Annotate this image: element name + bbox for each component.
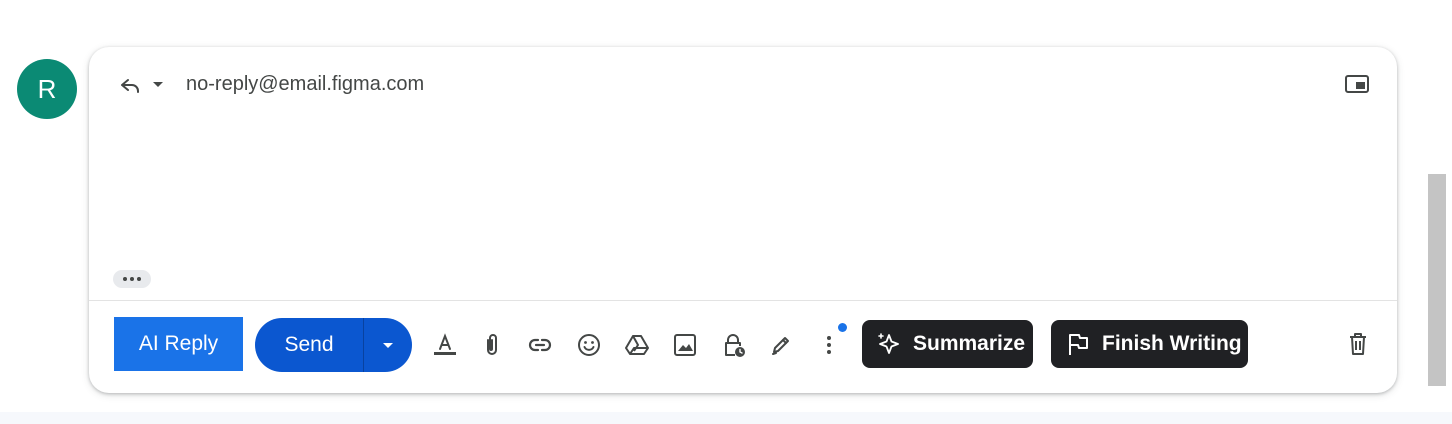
page-footer-strip [0,412,1452,424]
ai-reply-label: AI Reply [138,332,219,355]
reply-icon[interactable] [118,73,142,97]
trash-icon[interactable] [1346,331,1370,357]
scrollbar-thumb[interactable] [1428,174,1446,386]
signature-icon [772,337,789,355]
insert-drive-file-button[interactable] [623,331,651,359]
recipient-address[interactable]: no-reply@email.figma.com [186,72,424,96]
confidential-mode-icon [725,334,745,357]
flag-icon [1069,334,1088,355]
photo-icon [674,334,696,356]
insert-link-button[interactable] [526,331,554,359]
ai-reply-button[interactable]: AI Reply [114,317,243,371]
link-icon [528,338,552,352]
ellipsis-icon [123,277,127,281]
emoji-icon [578,334,600,356]
insert-photo-button[interactable] [671,331,699,359]
summarize-button[interactable]: Summarize [862,320,1033,368]
caret-down-icon[interactable] [150,78,166,90]
insert-signature-button[interactable] [767,331,795,359]
finish-writing-button[interactable]: Finish Writing [1051,320,1248,368]
popout-icon[interactable] [1344,73,1370,95]
sparkle-icon [878,333,899,354]
confidential-mode-button[interactable] [720,331,748,359]
avatar: R [17,59,77,119]
send-button-group[interactable]: Send [255,318,412,372]
caret-down-icon [383,343,393,348]
more-options-button[interactable] [815,331,843,359]
send-button[interactable]: Send [255,318,363,372]
summarize-label: Summarize [913,332,1026,355]
insert-emoji-button[interactable] [575,331,603,359]
notification-dot [838,323,847,332]
drive-icon [625,335,649,355]
attach-icon [487,334,497,355]
avatar-initial: R [37,73,57,104]
toolbar-divider [89,300,1397,301]
text-format-button[interactable] [431,331,459,359]
attach-button[interactable] [478,331,506,359]
send-label: Send [284,333,334,356]
show-trimmed-content-button[interactable] [113,270,151,288]
more-options-icon [827,336,831,354]
finish-writing-label: Finish Writing [1102,332,1242,355]
text-format-icon [434,333,456,355]
